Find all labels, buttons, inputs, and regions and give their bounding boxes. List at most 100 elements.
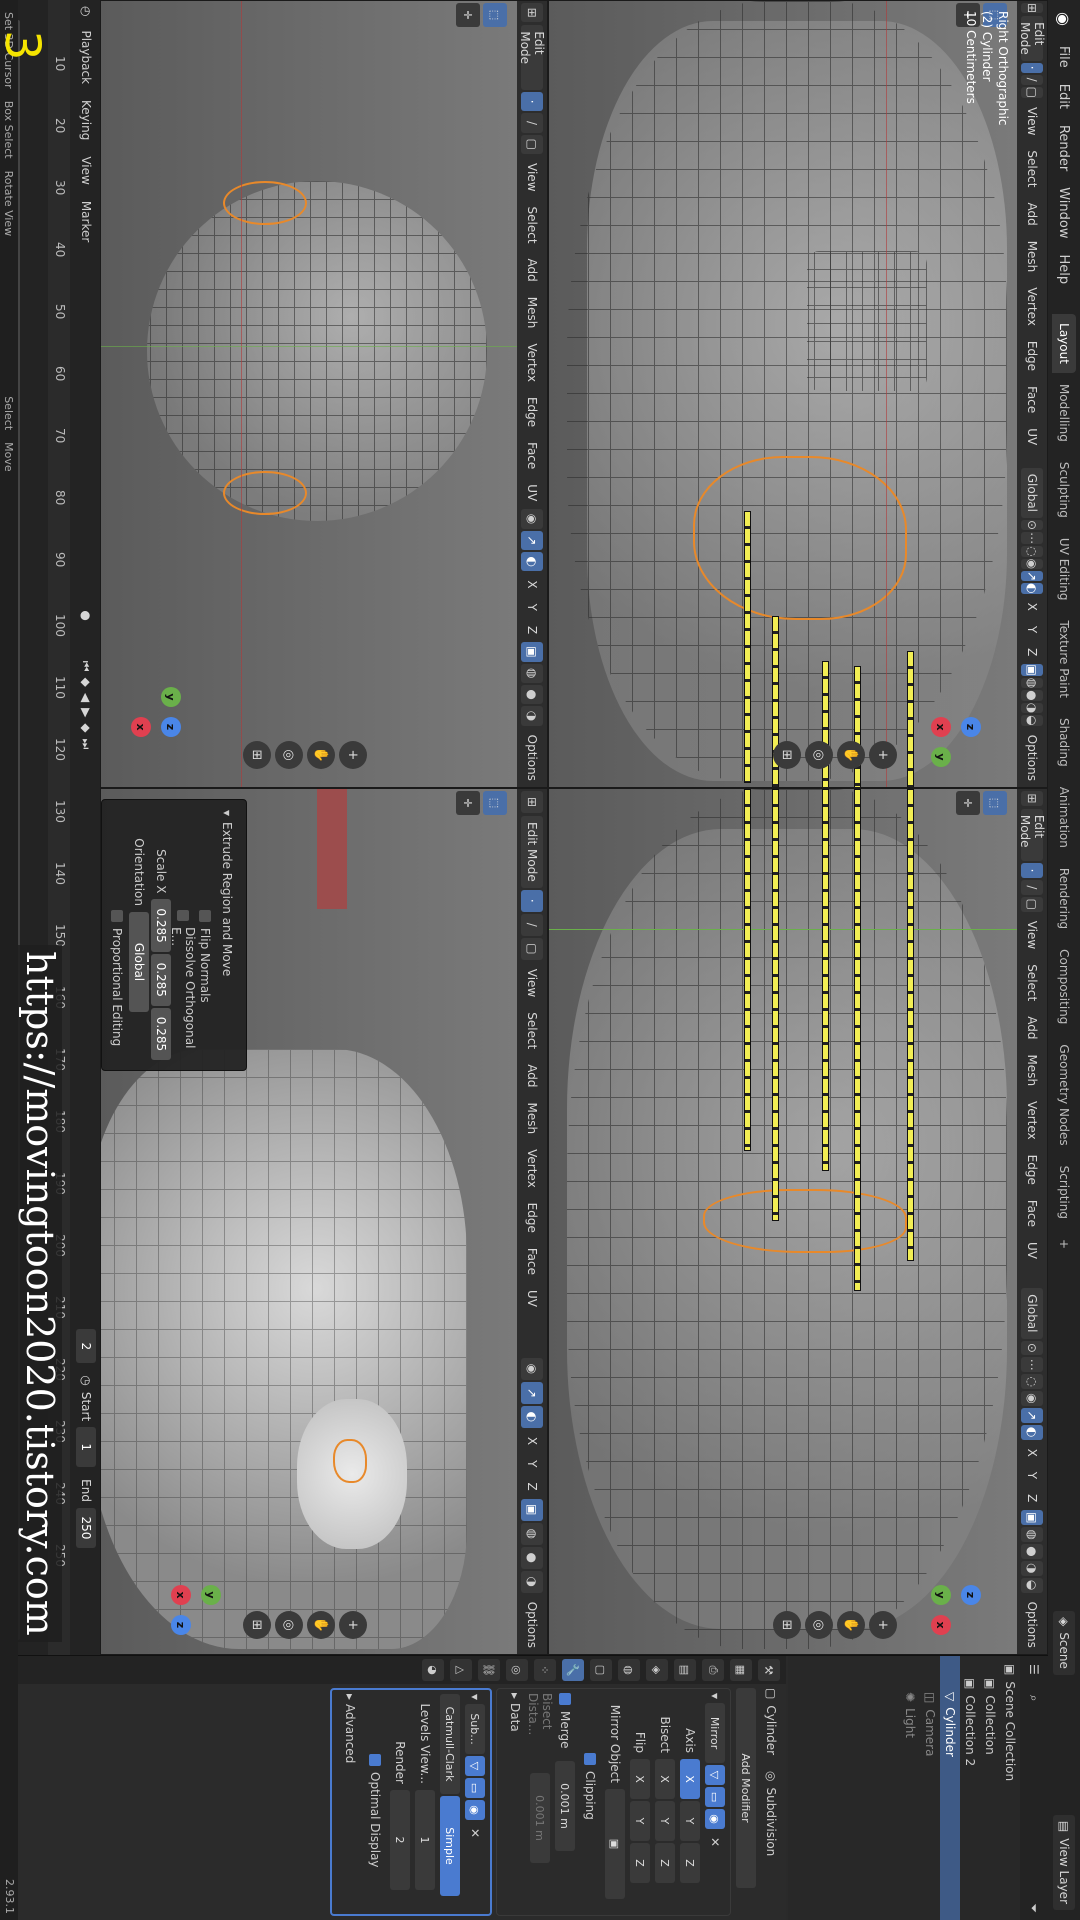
rendered-shading-icon[interactable]: ◒ — [1021, 715, 1043, 726]
uv-menu[interactable]: UV — [521, 478, 543, 507]
face-menu[interactable]: Face — [521, 1242, 543, 1281]
tab-scripting[interactable]: Scripting — [1052, 1157, 1076, 1228]
next-key-icon[interactable]: ◆ — [79, 723, 94, 732]
view-layer-selector[interactable]: ▤ View Layer — [1053, 1814, 1075, 1910]
overlay-icon[interactable]: ◐ — [1021, 583, 1043, 594]
tab-shading[interactable]: Shading — [1052, 709, 1076, 776]
cursor-tool-icon[interactable]: ✛ — [956, 791, 980, 815]
zoom-icon[interactable]: + — [339, 1611, 367, 1639]
mesh-menu[interactable]: Mesh — [521, 1097, 543, 1141]
face-select-icon[interactable]: ▢ — [521, 937, 543, 960]
editor-type-icon[interactable]: ⊞ — [521, 791, 543, 813]
pan-icon[interactable]: ✋ — [837, 741, 865, 769]
proportional-checkbox[interactable] — [111, 910, 123, 922]
outliner-row[interactable]: ◫ Camera — [920, 1656, 940, 1920]
overlay-icon[interactable]: ◐ — [521, 1405, 543, 1428]
menu-file[interactable]: File — [1048, 38, 1080, 76]
vertex-menu[interactable]: Vertex — [1021, 281, 1043, 332]
outliner[interactable]: ☰ ⌕ ⏷ ▣ Scene Collection ▣ Collection ▣ Col… — [788, 1656, 1048, 1920]
viewport-toggle-icon[interactable]: ▭ — [465, 1778, 485, 1799]
mirror-z-toggle[interactable]: Z — [1021, 642, 1043, 662]
merge-distance-field[interactable]: 0.001 m — [555, 1761, 575, 1851]
dissolve-checkbox[interactable] — [177, 910, 189, 922]
mirror-y-toggle[interactable]: Y — [1021, 620, 1043, 639]
viewport-perspective[interactable]: ⊞ Edit Mode · / ▢ View Select Add Mesh V… — [100, 788, 548, 1655]
gizmo-y-axis[interactable]: y — [931, 747, 951, 767]
uv-menu[interactable]: UV — [521, 1284, 543, 1313]
scene-tab-icon[interactable]: ◈ — [646, 1659, 668, 1681]
material-shading-icon[interactable]: ◑ — [1021, 1560, 1043, 1576]
physics-tab-icon[interactable]: ◎ — [506, 1659, 528, 1681]
gizmo-z-axis[interactable]: z — [961, 717, 981, 737]
visibility-icon[interactable]: ◉ — [521, 509, 543, 529]
outliner-row[interactable]: ▣ Collection 2 — [960, 1656, 980, 1920]
uv-menu[interactable]: UV — [1021, 422, 1043, 451]
select-tool-icon[interactable]: ⬚ — [483, 791, 507, 815]
select-tool-icon[interactable]: ⬚ — [483, 3, 507, 27]
current-frame-field[interactable]: 2 — [76, 1329, 96, 1364]
scene-selector[interactable]: ◈ Scene — [1053, 1611, 1075, 1675]
scale-z-field[interactable]: 0.285 — [151, 1007, 171, 1060]
add-menu[interactable]: Add — [521, 253, 543, 288]
outliner-row[interactable]: ✺ Light — [900, 1656, 920, 1920]
orientation-dropdown[interactable]: Global — [1021, 467, 1043, 519]
zoom-icon[interactable]: + — [339, 741, 367, 769]
camera-view-icon[interactable]: ◎ — [805, 741, 833, 769]
bisect-x-toggle[interactable]: X — [655, 1759, 675, 1799]
jump-start-icon[interactable]: ⏮ — [79, 661, 94, 672]
edge-select-icon[interactable]: / — [1021, 880, 1043, 895]
close-icon[interactable]: ✕ — [708, 1837, 722, 1847]
pivot-icon[interactable]: ⊙ — [1021, 1340, 1043, 1356]
axis-x-toggle[interactable]: X — [680, 1759, 700, 1799]
mirror-y-toggle[interactable]: Y — [1021, 1466, 1043, 1485]
camera-view-icon[interactable]: ◎ — [275, 1611, 303, 1639]
outliner-row[interactable]: ▽ Cylinder — [940, 1656, 960, 1920]
scale-y-field[interactable]: 0.285 — [151, 953, 171, 1006]
select-menu[interactable]: Select — [521, 201, 543, 250]
gizmo-z-axis[interactable]: z — [961, 1585, 981, 1605]
options-menu[interactable]: Options — [1021, 1596, 1043, 1654]
ortho-toggle-icon[interactable]: ⊞ — [773, 741, 801, 769]
editmode-toggle-icon[interactable]: ▽ — [465, 1756, 485, 1777]
properties-editor[interactable]: ⚒ ▦ ⎙ ▤ ◈ ◍ ▢ 🔧 ⁘ ◎ ⛓ △ ◕ ▢ Cylinder ◎ S — [18, 1656, 786, 1920]
scale-x-field[interactable]: 0.285 — [151, 899, 171, 952]
mesh-menu[interactable]: Mesh — [521, 291, 543, 335]
flip-y-toggle[interactable]: Y — [630, 1801, 650, 1841]
world-tab-icon[interactable]: ◍ — [618, 1659, 640, 1681]
levels-viewport-field[interactable]: 1 — [415, 1790, 435, 1890]
proportional-icon[interactable]: ◌ — [1021, 546, 1043, 557]
viewport-right-ortho[interactable]: ⊞ Edit Mode · / ▢ View Select Add Mesh V… — [548, 0, 1048, 788]
vertex-select-icon[interactable]: · — [1021, 62, 1043, 73]
mirror-z-toggle[interactable]: Z — [1021, 1488, 1043, 1508]
solid-shading-icon[interactable]: ● — [1021, 1544, 1043, 1559]
mirror-x-toggle[interactable]: X — [1021, 1443, 1043, 1463]
bisect-y-toggle[interactable]: Y — [655, 1801, 675, 1841]
visibility-icon[interactable]: ◉ — [521, 1357, 543, 1380]
viewport-toggle-icon[interactable]: ▭ — [705, 1787, 725, 1808]
bisect-distance-field[interactable]: 0.001 m — [530, 1773, 550, 1863]
gizmo-icon[interactable]: ↗ — [1021, 1407, 1043, 1423]
editmode-toggle-icon[interactable]: ▽ — [705, 1765, 725, 1786]
edge-select-icon[interactable]: / — [521, 113, 543, 133]
zoom-icon[interactable]: + — [869, 1611, 897, 1639]
face-menu[interactable]: Face — [1021, 380, 1043, 419]
optimal-display-checkbox[interactable] — [369, 1754, 381, 1766]
select-menu[interactable]: Select — [1021, 144, 1043, 193]
mirror-z-toggle[interactable]: Z — [521, 1476, 543, 1496]
solid-shading-icon[interactable]: ● — [1021, 690, 1043, 701]
material-tab-icon[interactable]: ◕ — [422, 1659, 444, 1681]
simple-button[interactable]: Simple — [440, 1796, 460, 1896]
tool-tab-icon[interactable]: ⚒ — [758, 1659, 780, 1681]
keying-menu[interactable]: Keying — [79, 92, 93, 148]
tab-layout[interactable]: Layout — [1052, 314, 1076, 373]
close-icon[interactable]: ✕ — [468, 1828, 482, 1838]
select-menu[interactable]: Select — [1021, 958, 1043, 1007]
xray-icon[interactable]: ▣ — [521, 1498, 543, 1521]
face-menu[interactable]: Face — [521, 436, 543, 475]
filter-icon[interactable]: ⏷ — [1027, 1903, 1042, 1913]
wireframe-shading-icon[interactable]: ◍ — [521, 663, 543, 683]
mirror-y-toggle[interactable]: Y — [521, 598, 543, 617]
subdivision-name-field[interactable]: Sub... — [465, 1704, 485, 1755]
output-tab-icon[interactable]: ⎙ — [702, 1659, 724, 1681]
expand-icon[interactable]: ▸ — [508, 1693, 522, 1699]
